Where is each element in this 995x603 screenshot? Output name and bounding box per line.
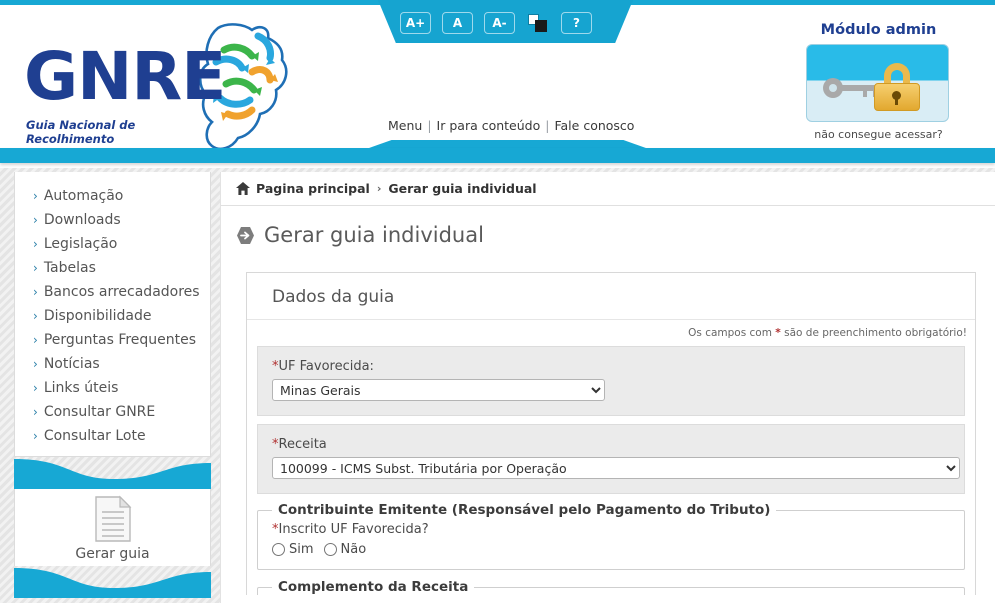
page-title: Gerar guia individual: [221, 206, 995, 247]
field-receita: *Receita 100099 - ICMS Subst. Tributária…: [257, 424, 965, 494]
sidebar-item-label: Consultar Lote: [43, 428, 146, 444]
admin-module-title: Módulo admin: [820, 22, 937, 38]
panel-heading: Dados da guia: [247, 273, 975, 320]
sidebar-item-label: Tabelas: [43, 260, 96, 276]
fieldset-complemento-receita-clipped: Complemento da Receita: [247, 579, 975, 595]
sidebar-item-noticias[interactable]: › Notícias: [15, 352, 210, 376]
sidebar-item-automacao[interactable]: › Automação: [15, 184, 210, 208]
sidebar-item-label: Disponibilidade: [43, 308, 152, 324]
padlock-icon: [873, 63, 921, 111]
site-header: A+ A A- ? GNRE Guia Nacional de Recolhim…: [0, 0, 995, 168]
sidebar: › Automação › Downloads › Legislação › T…: [14, 172, 211, 598]
logo-tagline-line1: Guia Nacional de Recolhimento: [26, 118, 136, 146]
chevron-right-icon: ›: [33, 333, 38, 347]
chevron-right-icon: ›: [33, 309, 38, 323]
normal-font-button[interactable]: A: [442, 12, 473, 34]
chevron-right-icon: ›: [33, 285, 38, 299]
chevron-right-icon: ›: [33, 261, 38, 275]
arrow-badge-icon: [236, 226, 255, 245]
sidebar-item-label: Bancos arrecadadores: [43, 284, 200, 300]
sidebar-item-label: Perguntas Frequentes: [43, 332, 197, 348]
sidebar-item-perguntas-frequentes[interactable]: › Perguntas Frequentes: [15, 328, 210, 352]
chevron-right-icon: ›: [33, 237, 38, 251]
sidebar-item-links-uteis[interactable]: › Links úteis: [15, 376, 210, 400]
accessibility-toolbar: A+ A A- ?: [400, 11, 615, 35]
main-content: Pagina principal › Gerar guia individual…: [220, 172, 995, 603]
admin-cannot-access-link[interactable]: não consegue acessar?: [806, 128, 951, 141]
breadcrumb-home-link[interactable]: Pagina principal: [256, 181, 370, 196]
sidebar-item-label: Links úteis: [43, 380, 119, 396]
logo-wordmark: GNRE: [24, 38, 226, 115]
home-icon: [236, 182, 250, 195]
page-title-text: Gerar guia individual: [264, 223, 484, 247]
decrease-font-button[interactable]: A-: [484, 12, 515, 34]
receita-label-text: Receita: [278, 437, 327, 452]
uf-favorecida-label: *UF Favorecida:: [272, 359, 950, 374]
page-root: A+ A A- ? GNRE Guia Nacional de Recolhim…: [0, 0, 995, 603]
gnre-logo[interactable]: GNRE Guia Nacional de Recolhimento de Tr…: [16, 22, 316, 160]
admin-module-card[interactable]: [806, 44, 949, 122]
uf-favorecida-select[interactable]: Minas Gerais: [272, 379, 605, 401]
sidebar-item-label: Downloads: [43, 212, 121, 228]
header-nav-links: Menu | Ir para conteúdo | Fale conosco: [388, 118, 634, 133]
sidebar-item-label: Notícias: [43, 356, 100, 372]
help-button[interactable]: ?: [561, 12, 592, 34]
fieldset-complemento-legend: Complemento da Receita: [278, 579, 469, 595]
header-link-separator-2: |: [545, 118, 550, 133]
document-icon: [94, 495, 131, 542]
sidebar-item-bancos-arrecadadores[interactable]: › Bancos arrecadadores: [15, 280, 210, 304]
field-uf-favorecida: *UF Favorecida: Minas Gerais: [257, 346, 965, 416]
fieldset-contribuinte-emitente: Contribuinte Emitente (Responsável pelo …: [257, 502, 965, 570]
chevron-right-icon: ›: [33, 213, 38, 227]
sidebar-nav-list: › Automação › Downloads › Legislação › T…: [15, 172, 210, 456]
inscrito-uf-question-label: *Inscrito UF Favorecida?: [272, 522, 950, 537]
header-link-menu[interactable]: Menu: [388, 118, 422, 133]
receita-label: *Receita: [272, 437, 950, 452]
sidebar-item-label: Consultar GNRE: [43, 404, 156, 420]
inscrito-uf-radio-sim[interactable]: [272, 543, 285, 556]
chevron-right-icon: ›: [33, 429, 38, 443]
sidebar-shortcut-label: Gerar guia: [75, 546, 150, 562]
inscrito-uf-question-text: Inscrito UF Favorecida?: [278, 522, 429, 537]
contrast-toggle-icon[interactable]: [526, 12, 550, 34]
fieldset-contribuinte-legend: Contribuinte Emitente (Responsável pelo …: [278, 502, 771, 518]
chevron-right-icon: ›: [33, 357, 38, 371]
breadcrumb-arrow-icon: ›: [376, 182, 382, 195]
inscrito-uf-radio-group: Sim Não: [272, 542, 950, 557]
header-link-fale-conosco[interactable]: Fale conosco: [554, 118, 634, 133]
sidebar-nav-box: › Automação › Downloads › Legislação › T…: [14, 172, 211, 457]
required-note-pre: Os campos com: [688, 327, 776, 339]
sidebar-item-downloads[interactable]: › Downloads: [15, 208, 210, 232]
breadcrumb-current: Gerar guia individual: [388, 181, 537, 196]
chevron-right-icon: ›: [33, 405, 38, 419]
sidebar-item-disponibilidade[interactable]: › Disponibilidade: [15, 304, 210, 328]
sidebar-item-consultar-gnre[interactable]: › Consultar GNRE: [15, 400, 210, 424]
inscrito-uf-radio-sim-label[interactable]: Sim: [289, 542, 314, 557]
sidebar-item-legislacao[interactable]: › Legislação: [15, 232, 210, 256]
header-blue-band: [0, 148, 995, 163]
receita-select[interactable]: 100099 - ICMS Subst. Tributária por Oper…: [272, 457, 960, 479]
sidebar-item-label: Legislação: [43, 236, 118, 252]
sidebar-item-tabelas[interactable]: › Tabelas: [15, 256, 210, 280]
sidebar-item-label: Automação: [43, 188, 124, 204]
sidebar-item-consultar-lote[interactable]: › Consultar Lote: [15, 424, 210, 448]
header-link-ir-para-conteudo[interactable]: Ir para conteúdo: [437, 118, 541, 133]
sidebar-shortcut-gerar-guia[interactable]: Gerar guia: [14, 489, 211, 566]
admin-module-block: Módulo admin não consegue acessar?: [806, 22, 951, 141]
fieldset-complemento-receita: Complemento da Receita: [257, 579, 965, 595]
sidebar-wave-divider-bottom: [14, 568, 211, 598]
inscrito-uf-radio-nao[interactable]: [323, 543, 337, 556]
header-link-separator-1: |: [427, 118, 432, 133]
dados-da-guia-panel: Dados da guia Os campos com * são de pre…: [246, 272, 976, 595]
chevron-right-icon: ›: [33, 189, 38, 203]
uf-favorecida-label-text: UF Favorecida:: [278, 359, 374, 374]
chevron-right-icon: ›: [33, 381, 38, 395]
required-fields-note: Os campos com * são de preenchimento obr…: [247, 320, 975, 346]
required-note-post: são de preenchimento obrigatório!: [780, 327, 967, 339]
breadcrumb: Pagina principal › Gerar guia individual: [221, 172, 995, 206]
sidebar-wave-divider-top: [14, 459, 211, 489]
inscrito-uf-radio-nao-label[interactable]: Não: [341, 542, 367, 557]
increase-font-button[interactable]: A+: [400, 12, 431, 34]
